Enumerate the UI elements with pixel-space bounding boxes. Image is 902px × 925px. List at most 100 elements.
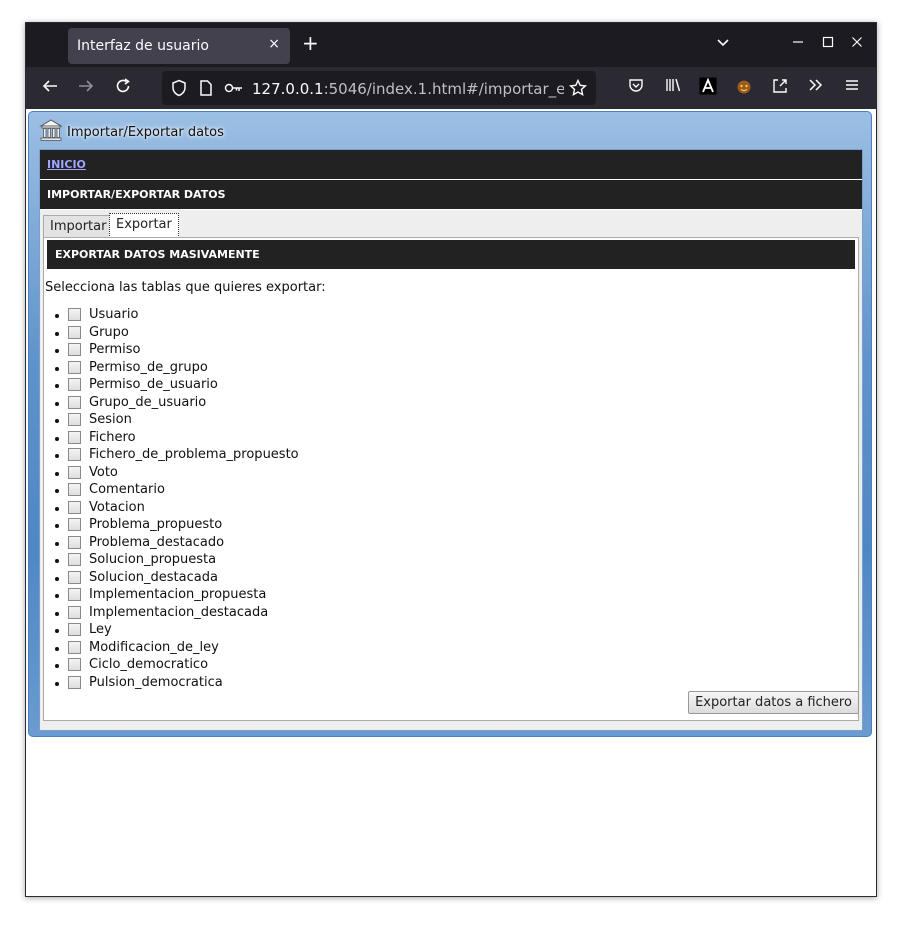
bullet-icon [55,471,59,476]
table-checkbox[interactable] [68,483,81,496]
browser-window: Interfaz de usuario × + 127.0.0.1:5046/i… [25,22,877,897]
url-text[interactable]: 127.0.0.1:5046/index.1.html#/importar_ex… [252,80,564,98]
institution-icon [39,119,63,141]
table-checkbox[interactable] [68,640,81,654]
list-item: Solucion_propuesta [44,551,299,569]
bullet-icon [55,436,59,441]
page-icon[interactable] [199,79,213,101]
overflow-icon[interactable] [805,77,827,99]
list-item: Permiso_de_usuario [44,376,299,394]
url-bar[interactable]: 127.0.0.1:5046/index.1.html#/importar_ex… [162,71,596,105]
new-tab-icon[interactable]: + [302,33,319,53]
table-label: Pulsion_democratica [89,674,223,690]
list-item: Modificacion_de_ley [44,639,299,657]
table-checkbox[interactable] [68,675,81,689]
maximize-icon[interactable] [821,35,835,54]
table-checkbox[interactable] [68,588,81,601]
bullet-icon [55,366,59,371]
list-item: Ciclo_democratico [44,656,299,674]
title-bar: Interfaz de usuario × + [26,23,876,67]
bullet-icon [55,384,59,388]
bullet-icon [55,314,59,318]
list-item: Problema_propuesto [44,516,299,534]
bullet-icon [55,664,59,668]
key-icon[interactable] [224,79,244,101]
table-label: Solucion_propuesta [89,552,217,567]
tabs-area: Importar Exportar EXPORTAR DATOS MASIVAM… [40,210,862,730]
table-label: Implementacion_propuesta [89,587,267,602]
bullet-icon [55,331,59,336]
browser-tab[interactable]: Interfaz de usuario × [68,28,290,64]
home-link[interactable]: INICIO [47,158,86,171]
bullet-icon [55,524,59,528]
close-window-icon[interactable] [850,35,864,54]
page-viewport: Importar/Exportar datos INICIO IMPORTAR/… [26,109,876,896]
table-checkbox[interactable] [68,448,81,461]
back-icon[interactable] [39,77,61,99]
bullet-icon [55,594,59,598]
share-icon[interactable] [769,77,791,101]
list-item: Comentario [44,481,299,499]
export-button[interactable]: Exportar datos a fichero [688,691,859,714]
table-checkbox[interactable] [68,413,81,426]
bullet-icon [55,611,59,616]
minimize-icon[interactable] [791,35,805,54]
shield-icon[interactable] [171,79,187,101]
extension-icon[interactable] [733,77,755,101]
table-label: Ciclo_democratico [89,657,209,672]
table-label: Permiso_de_grupo [89,359,208,375]
bullet-icon [55,401,59,406]
bullet-icon [55,629,59,633]
tab-title: Interfaz de usuario [77,38,209,54]
breadcrumb: INICIO [40,150,862,179]
reload-icon[interactable] [112,77,134,99]
menu-icon[interactable] [841,77,863,99]
tables-list: Usuario Grupo Permiso Permiso_de_grupo Permi… [44,306,299,691]
table-label: Fichero [89,429,136,445]
table-checkbox[interactable] [68,623,81,636]
bullet-icon [55,454,59,458]
table-checkbox[interactable] [68,430,81,444]
table-checkbox[interactable] [68,553,81,566]
table-checkbox[interactable] [68,465,81,479]
table-checkbox[interactable] [68,395,81,409]
table-label: Problema_propuesto [89,517,223,532]
table-checkbox[interactable] [68,500,81,514]
tab-close-icon[interactable]: × [268,36,280,52]
table-checkbox[interactable] [68,658,81,671]
table-label: Permiso [89,342,141,357]
table-checkbox[interactable] [68,518,81,531]
forward-icon[interactable] [75,77,97,99]
table-checkbox[interactable] [68,605,81,619]
tab-importar[interactable]: Importar [43,215,114,237]
star-icon[interactable] [568,78,588,101]
bullet-icon [55,681,59,686]
section-title: IMPORTAR/EXPORTAR DATOS [40,180,862,209]
bullet-icon [55,349,59,353]
app-title: Importar/Exportar datos [67,125,224,140]
instruction-text: Selecciona las tablas que quieres export… [45,280,326,295]
library-icon[interactable] [662,77,684,99]
tab-exportar[interactable]: Exportar [109,213,179,238]
table-checkbox[interactable] [68,343,81,356]
table-checkbox[interactable] [68,325,81,339]
list-item: Solucion_destacada [44,569,299,587]
table-label: Modificacion_de_ley [89,639,219,655]
table-checkbox[interactable] [68,535,81,549]
export-panel: EXPORTAR DATOS MASIVAMENTE Selecciona la… [43,237,859,721]
list-item: Grupo [44,324,299,342]
reader-icon[interactable] [697,77,719,101]
table-checkbox[interactable] [68,570,81,584]
tab-list-icon[interactable] [716,35,730,54]
table-label: Usuario [89,307,139,322]
table-label: Voto [89,464,118,480]
app-window: Importar/Exportar datos INICIO IMPORTAR/… [28,111,872,737]
pocket-icon[interactable] [625,77,647,99]
table-checkbox[interactable] [68,308,81,321]
list-item: Implementacion_propuesta [44,586,299,604]
bullet-icon [55,541,59,546]
table-label: Solucion_destacada [89,569,218,585]
list-item: Usuario [44,306,299,324]
table-checkbox[interactable] [68,360,81,374]
table-checkbox[interactable] [68,378,81,391]
